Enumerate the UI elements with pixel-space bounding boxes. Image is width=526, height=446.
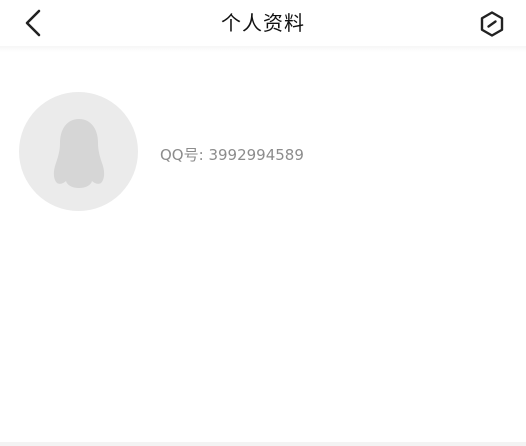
penguin-placeholder-icon <box>53 118 104 188</box>
hexagon-more-icon <box>480 11 504 37</box>
more-options-button[interactable] <box>476 8 508 40</box>
page-title: 个人资料 <box>221 11 305 35</box>
bottom-edge <box>0 442 526 446</box>
navigation-bar: 个人资料 <box>0 0 526 46</box>
qq-number-row: QQ号: 3992994589 <box>160 144 304 165</box>
avatar[interactable] <box>19 92 138 211</box>
qq-label: QQ号: <box>160 146 204 164</box>
profile-section: QQ号: 3992994589 <box>0 52 526 252</box>
qq-number: 3992994589 <box>208 146 304 164</box>
